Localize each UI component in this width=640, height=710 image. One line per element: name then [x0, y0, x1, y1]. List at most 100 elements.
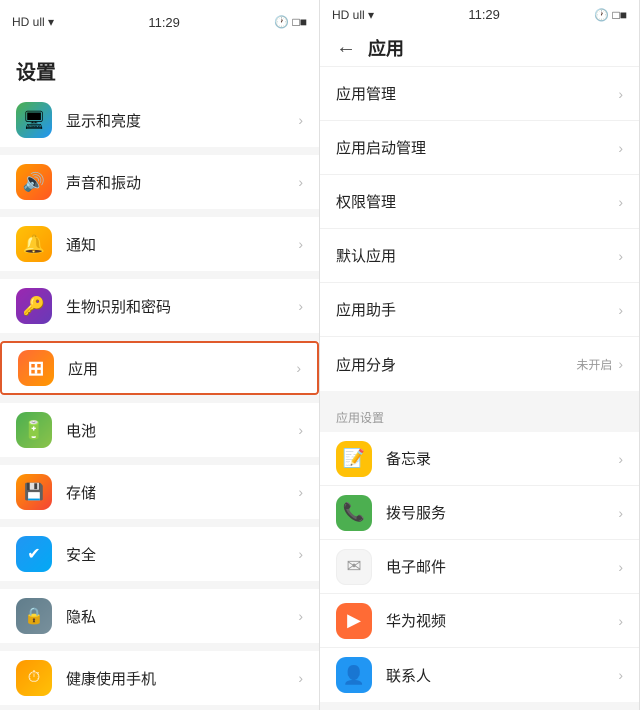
app-clone-chevron: › [618, 356, 623, 372]
app-helper-item[interactable]: 应用助手 › [320, 283, 639, 337]
app-mgmt-chevron: › [618, 86, 623, 102]
menu-item-privacy[interactable]: 🔒 隐私 › [0, 589, 319, 643]
settings-title: 设置 [0, 44, 319, 93]
app-mgmt-label: 应用管理 [336, 83, 618, 104]
settings-menu-list: 🖥 显示和亮度 › 🔊 声音和振动 › 🔔 通知 › 🔑 生物识别和密码 [0, 93, 319, 710]
right-time: 11:29 [468, 7, 500, 22]
default-app-item[interactable]: 默认应用 › [320, 229, 639, 283]
app-settings-menu: 📝 备忘录 › 📞 拨号服务 › ✉ 电子邮件 › ▶ 华为视频 › 👤 联系人… [320, 432, 639, 702]
left-time: 11:29 [148, 15, 180, 30]
memo-chevron: › [618, 451, 623, 467]
menu-section-privacy: 🔒 隐私 › [0, 589, 319, 643]
privacy-chevron: › [298, 608, 303, 624]
display-icon: 🖥 [16, 102, 52, 138]
memo-item[interactable]: 📝 备忘录 › [320, 432, 639, 486]
email-item[interactable]: ✉ 电子邮件 › [320, 540, 639, 594]
sound-label: 声音和振动 [66, 172, 298, 193]
app-icon: ⊞ [18, 350, 54, 386]
app-start-item[interactable]: 应用启动管理 › [320, 121, 639, 175]
back-button[interactable]: ← [336, 36, 356, 59]
app-panel-title: 应用 [368, 35, 404, 61]
menu-section-security: ✔ 安全 › [0, 527, 319, 581]
left-battery: 🕐 □■ [274, 15, 307, 29]
right-status-bar: HD ull ▾ 11:29 🕐 □■ [320, 0, 639, 30]
menu-item-sound[interactable]: 🔊 声音和振动 › [0, 155, 319, 209]
security-chevron: › [298, 546, 303, 562]
menu-item-storage[interactable]: 💾 存储 › [0, 465, 319, 519]
menu-item-display[interactable]: 🖥 显示和亮度 › [0, 93, 319, 147]
menu-item-health[interactable]: ⏱ 健康使用手机 › [0, 651, 319, 705]
privacy-label: 隐私 [66, 606, 298, 627]
contact-label: 联系人 [386, 665, 618, 686]
menu-section-bio: 🔑 生物识别和密码 › [0, 279, 319, 333]
phone-icon: 📞 [336, 495, 372, 531]
menu-item-app[interactable]: ⊞ 应用 › [0, 341, 319, 395]
app-panel-header: ← 应用 [320, 30, 639, 67]
menu-item-bio[interactable]: 🔑 生物识别和密码 › [0, 279, 319, 333]
security-label: 安全 [66, 544, 298, 565]
left-panel: HD ull ▾ 11:29 🕐 □■ 设置 🖥 显示和亮度 › 🔊 声音和振动… [0, 0, 320, 710]
right-battery: 🕐 □■ [594, 8, 627, 22]
contact-icon: 👤 [336, 657, 372, 693]
app-clone-badge: 未开启 [576, 356, 612, 373]
bio-chevron: › [298, 298, 303, 314]
app-mgmt-item[interactable]: 应用管理 › [320, 67, 639, 121]
app-clone-label: 应用分身 [336, 354, 576, 375]
app-settings-section-label: 应用设置 [320, 399, 639, 432]
email-chevron: › [618, 559, 623, 575]
contact-chevron: › [618, 667, 623, 683]
perm-mgmt-item[interactable]: 权限管理 › [320, 175, 639, 229]
app-label: 应用 [68, 358, 296, 379]
app-start-chevron: › [618, 140, 623, 156]
right-signal: HD ull ▾ [332, 8, 374, 22]
app-start-label: 应用启动管理 [336, 137, 618, 158]
video-icon: ▶ [336, 603, 372, 639]
app-helper-chevron: › [618, 302, 623, 318]
storage-chevron: › [298, 484, 303, 500]
storage-icon: 💾 [16, 474, 52, 510]
app-chevron: › [296, 360, 301, 376]
display-label: 显示和亮度 [66, 110, 298, 131]
perm-mgmt-label: 权限管理 [336, 191, 618, 212]
menu-section-storage: 💾 存储 › [0, 465, 319, 519]
battery-label: 电池 [66, 420, 298, 441]
default-app-chevron: › [618, 248, 623, 264]
contact-item[interactable]: 👤 联系人 › [320, 648, 639, 702]
security-icon: ✔ [16, 536, 52, 572]
email-icon: ✉ [336, 549, 372, 585]
battery-icon: 🔋 [16, 412, 52, 448]
bio-icon: 🔑 [16, 288, 52, 324]
health-icon: ⏱ [16, 660, 52, 696]
sound-chevron: › [298, 174, 303, 190]
health-label: 健康使用手机 [66, 668, 298, 689]
bio-label: 生物识别和密码 [66, 296, 298, 317]
phone-item[interactable]: 📞 拨号服务 › [320, 486, 639, 540]
display-chevron: › [298, 112, 303, 128]
storage-label: 存储 [66, 482, 298, 503]
video-label: 华为视频 [386, 610, 618, 631]
video-chevron: › [618, 613, 623, 629]
menu-item-security[interactable]: ✔ 安全 › [0, 527, 319, 581]
sound-icon: 🔊 [16, 164, 52, 200]
memo-icon: 📝 [336, 441, 372, 477]
notify-icon: 🔔 [16, 226, 52, 262]
left-status-bar: HD ull ▾ 11:29 🕐 □■ [0, 0, 319, 44]
notify-chevron: › [298, 236, 303, 252]
default-app-label: 默认应用 [336, 245, 618, 266]
menu-section-sound: 🔊 声音和振动 › [0, 155, 319, 209]
phone-label: 拨号服务 [386, 502, 618, 523]
memo-label: 备忘录 [386, 448, 618, 469]
health-chevron: › [298, 670, 303, 686]
menu-section-top: 🖥 显示和亮度 › [0, 93, 319, 147]
menu-section-notify: 🔔 通知 › [0, 217, 319, 271]
menu-item-battery[interactable]: 🔋 电池 › [0, 403, 319, 457]
menu-section-app: ⊞ 应用 › [0, 341, 319, 395]
menu-item-notify[interactable]: 🔔 通知 › [0, 217, 319, 271]
right-panel: HD ull ▾ 11:29 🕐 □■ ← 应用 应用管理 › 应用启动管理 ›… [320, 0, 640, 710]
video-item[interactable]: ▶ 华为视频 › [320, 594, 639, 648]
battery-chevron: › [298, 422, 303, 438]
app-clone-item[interactable]: 应用分身 未开启 › [320, 337, 639, 391]
menu-section-battery: 🔋 电池 › [0, 403, 319, 457]
app-helper-label: 应用助手 [336, 299, 618, 320]
menu-section-health: ⏱ 健康使用手机 › [0, 651, 319, 705]
